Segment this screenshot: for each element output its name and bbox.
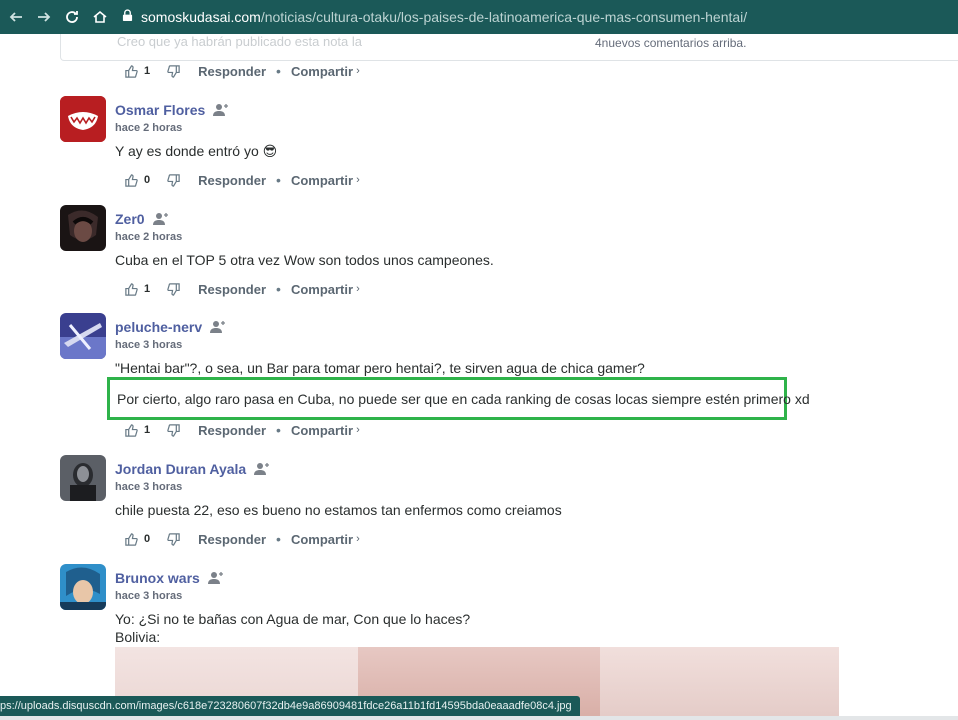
home-icon[interactable] — [86, 3, 114, 31]
status-bar-url: ps://uploads.disquscdn.com/images/c618e7… — [0, 696, 580, 716]
avatar[interactable] — [60, 455, 106, 501]
url-path: /noticias/cultura-otaku/los-paises-de-la… — [260, 9, 748, 25]
separator: • — [276, 172, 281, 188]
comment-text: Cuba en el TOP 5 otra vez Wow son todos … — [115, 252, 494, 268]
browser-nav — [2, 3, 114, 31]
comment-actions: 0 Responder • Compartir › — [122, 530, 360, 548]
avatar[interactable] — [60, 96, 106, 142]
follow-user-icon[interactable] — [213, 103, 229, 117]
new-comments-notice[interactable]: 4nuevos comentarios arriba. — [595, 36, 746, 50]
upvote-icon[interactable] — [122, 171, 140, 189]
comment-text: "Hentai bar"?, o sea, un Bar para tomar … — [115, 360, 645, 376]
chevron-right-icon: › — [356, 283, 360, 295]
upvote-count: 1 — [144, 283, 151, 295]
highlighted-comment-text: Por cierto, algo raro pasa en Cuba, no p… — [107, 377, 810, 420]
follow-user-icon[interactable] — [152, 212, 169, 226]
reply-box-text: Creo que ya habrán publicado esta nota l… — [117, 34, 363, 49]
comment-timestamp[interactable]: hace 3 horas — [115, 481, 182, 493]
reply-link[interactable]: Responder — [198, 423, 266, 438]
address-bar[interactable]: somoskudasai.com/noticias/cultura-otaku/… — [122, 4, 747, 30]
upvote-icon[interactable] — [122, 280, 140, 298]
comment-text: Y ay es donde entró yo 😎 — [115, 143, 278, 159]
share-link[interactable]: Compartir — [291, 64, 353, 79]
forward-icon[interactable] — [30, 3, 58, 31]
upvote-icon[interactable] — [122, 62, 140, 80]
upvote-count: 0 — [144, 174, 151, 186]
downvote-icon[interactable] — [164, 171, 182, 189]
lock-icon — [122, 9, 133, 25]
chevron-right-icon: › — [356, 174, 360, 186]
author-name[interactable]: peluche-nerv — [115, 319, 202, 335]
window-bottom-edge — [0, 716, 958, 720]
separator: • — [276, 422, 281, 438]
separator: • — [276, 281, 281, 297]
browser-toolbar: somoskudasai.com/noticias/cultura-otaku/… — [0, 0, 958, 34]
comment: Brunox wars hace 3 horas Yo: ¿Si no te b… — [60, 564, 940, 654]
chevron-right-icon: › — [356, 424, 360, 436]
author-name[interactable]: Osmar Flores — [115, 102, 205, 118]
comment-text: Bolivia: — [115, 629, 161, 645]
downvote-icon[interactable] — [164, 280, 182, 298]
comment-text: Yo: ¿Si no te bañas con Agua de mar, Con… — [115, 611, 471, 627]
upvote-icon[interactable] — [122, 421, 140, 439]
comment-text: chile puesta 22, eso es bueno no estamos… — [115, 502, 562, 518]
comment-actions: 1 Responder • Compartir › — [122, 62, 360, 80]
reply-link[interactable]: Responder — [198, 64, 266, 79]
separator: • — [276, 531, 281, 547]
avatar[interactable] — [60, 205, 106, 251]
follow-user-icon[interactable] — [210, 320, 226, 334]
comment-timestamp[interactable]: hace 2 horas — [115, 231, 182, 243]
reply-link[interactable]: Responder — [198, 532, 266, 547]
comment-timestamp[interactable]: hace 3 horas — [115, 590, 182, 602]
author-name[interactable]: Brunox wars — [115, 570, 200, 586]
upvote-count: 1 — [144, 424, 151, 436]
downvote-icon[interactable] — [164, 62, 182, 80]
comment-timestamp[interactable]: hace 2 horas — [115, 122, 182, 134]
separator: • — [276, 63, 281, 79]
upvote-icon[interactable] — [122, 530, 140, 548]
comment-timestamp[interactable]: hace 3 horas — [115, 339, 182, 351]
back-icon[interactable] — [2, 3, 30, 31]
comment-actions: 1 Responder • Compartir › — [122, 280, 360, 298]
author-name[interactable]: Zer0 — [115, 211, 145, 227]
downvote-icon[interactable] — [164, 421, 182, 439]
highlighted-text: Por cierto, algo raro pasa en Cuba, no p… — [117, 391, 810, 407]
share-link[interactable]: Compartir — [291, 282, 353, 297]
avatar[interactable] — [60, 313, 106, 359]
comment-actions: 0 Responder • Compartir › — [122, 171, 360, 189]
share-link[interactable]: Compartir — [291, 532, 353, 547]
comment-actions: 1 Responder • Compartir › — [122, 421, 360, 439]
share-link[interactable]: Compartir — [291, 173, 353, 188]
reply-box[interactable]: Creo que ya habrán publicado esta nota l… — [60, 34, 958, 61]
reply-link[interactable]: Responder — [198, 173, 266, 188]
url-domain: somoskudasai.com — [141, 9, 261, 25]
upvote-count: 0 — [144, 533, 151, 545]
share-link[interactable]: Compartir — [291, 423, 353, 438]
author-name[interactable]: Jordan Duran Ayala — [115, 461, 246, 477]
avatar[interactable] — [60, 564, 106, 610]
upvote-count: 1 — [144, 65, 151, 77]
reload-icon[interactable] — [58, 3, 86, 31]
chevron-right-icon: › — [356, 65, 360, 77]
downvote-icon[interactable] — [164, 530, 182, 548]
disqus-comments: Creo que ya habrán publicado esta nota l… — [0, 34, 958, 720]
follow-user-icon[interactable] — [207, 571, 224, 585]
reply-link[interactable]: Responder — [198, 282, 266, 297]
follow-user-icon[interactable] — [254, 462, 270, 476]
chevron-right-icon: › — [356, 533, 360, 545]
